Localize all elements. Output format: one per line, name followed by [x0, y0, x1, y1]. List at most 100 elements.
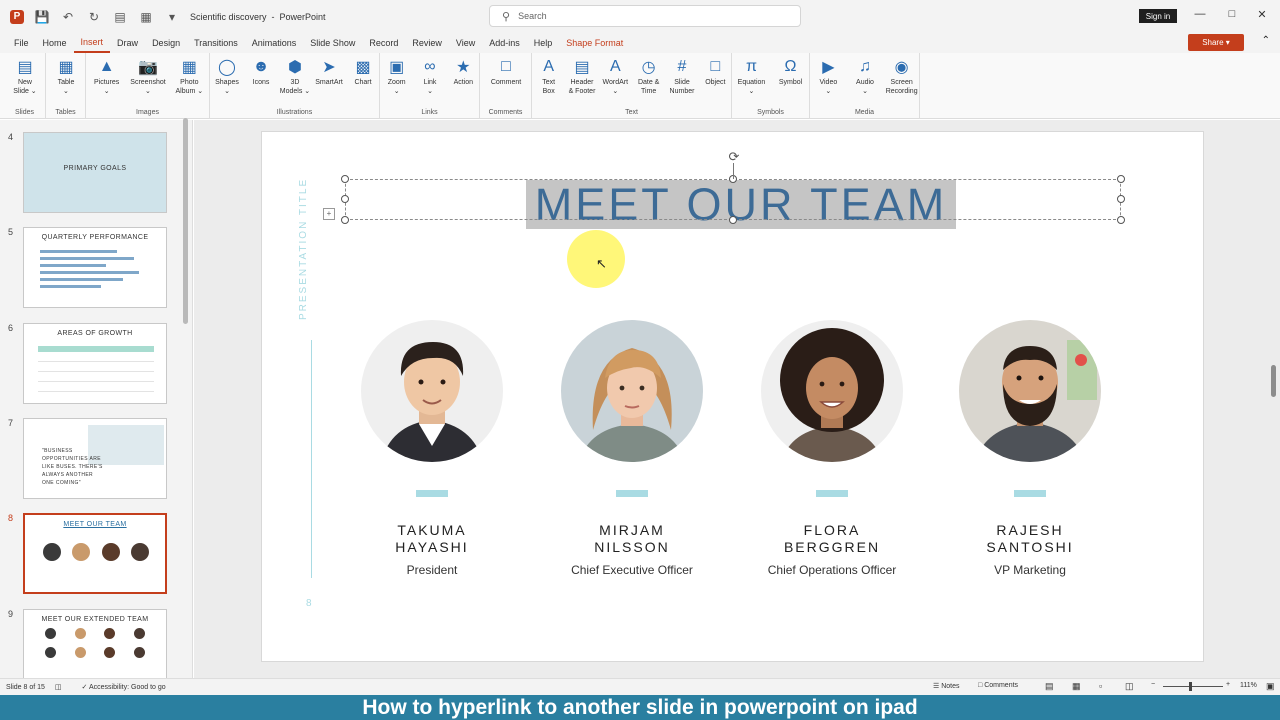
slide-thumbnail-7[interactable]: "BUSINESS OPPORTUNITIES ARE LIKE BUSES. …: [23, 418, 167, 499]
tab-draw[interactable]: Draw: [110, 33, 145, 53]
photo-flora[interactable]: [761, 320, 903, 462]
member-name[interactable]: MIRJAM NILSSON: [532, 522, 732, 556]
new-button[interactable]: ▤ New Slide ⌄: [5, 57, 45, 96]
zoom-out-icon[interactable]: −: [1151, 681, 1155, 688]
comment-label: Comment: [490, 79, 522, 86]
pictures-button[interactable]: ▲ Pictures ⌄: [87, 57, 127, 96]
tab-home[interactable]: Home: [36, 33, 74, 53]
tab-transitions[interactable]: Transitions: [187, 33, 245, 53]
present-icon[interactable]: ▤: [112, 9, 128, 25]
screen-icon: ◉: [894, 59, 909, 76]
comments-button[interactable]: □ Comments: [978, 682, 1018, 689]
tab-record[interactable]: Record: [362, 33, 405, 53]
resize-handle-right[interactable]: [1117, 195, 1125, 203]
fit-to-window-icon[interactable]: ▣: [1266, 681, 1275, 692]
photo-rajesh[interactable]: [959, 320, 1101, 462]
zoom-in-icon[interactable]: +: [1226, 681, 1230, 688]
member-name[interactable]: RAJESH SANTOSHI: [930, 522, 1130, 556]
audio-label: Audio ⌄: [856, 79, 874, 95]
slide-thumbnail-8[interactable]: MEET OUR TEAM: [23, 513, 167, 594]
layout-options-icon[interactable]: +: [323, 208, 335, 220]
rotate-handle-icon[interactable]: ⟳: [727, 150, 741, 164]
undo-icon[interactable]: ↶: [60, 9, 76, 25]
title-placeholder-selection[interactable]: [345, 179, 1121, 220]
slide-thumbnail-6[interactable]: AREAS OF GROWTH: [23, 323, 167, 404]
layout-icon[interactable]: ▦: [138, 9, 154, 25]
tab-animations[interactable]: Animations: [245, 33, 304, 53]
reading-view-icon[interactable]: ▫: [1099, 681, 1102, 691]
tab-help[interactable]: Help: [527, 33, 560, 53]
slideshow-icon[interactable]: ◫: [1125, 681, 1134, 692]
photo-takuma[interactable]: [361, 320, 503, 462]
redo-icon[interactable]: ↻: [86, 9, 102, 25]
resize-handle-bottom-right[interactable]: [1117, 216, 1125, 224]
slide-sorter-icon[interactable]: ▦: [1072, 681, 1081, 692]
share-label: Share: [1202, 38, 1224, 47]
spelling-icon[interactable]: ◫: [55, 683, 62, 691]
member-role[interactable]: VP Marketing: [930, 563, 1130, 577]
tab-review[interactable]: Review: [405, 33, 449, 53]
tab-slide-show[interactable]: Slide Show: [303, 33, 362, 53]
zoom-slider[interactable]: [1163, 686, 1223, 687]
customize-quick-access-icon[interactable]: ▾: [164, 9, 180, 25]
menu-tabs: File Home Insert Draw Design Transitions Anima…: [7, 33, 630, 53]
maximize-icon[interactable]: □: [1224, 8, 1240, 20]
member-name[interactable]: FLORA BERGGREN: [732, 522, 932, 556]
member-name[interactable]: TAKUMA HAYASHI: [332, 522, 532, 556]
screenshot-button[interactable]: 📷 Screenshot ⌄: [128, 57, 168, 96]
member-role[interactable]: Chief Operations Officer: [732, 563, 932, 577]
search-input[interactable]: ⚲ Search: [489, 5, 801, 27]
slide-thumbnail-9[interactable]: MEET OUR EXTENDED TEAM: [23, 609, 167, 678]
normal-view-icon[interactable]: ▤: [1045, 681, 1054, 692]
sign-in-button[interactable]: Sign in: [1139, 9, 1177, 23]
photo-button[interactable]: ▦ Photo Album ⌄: [169, 57, 209, 96]
thumbnails-scrollbar[interactable]: [183, 118, 188, 324]
resize-handle-top-left[interactable]: [341, 175, 349, 183]
photo-mirjam[interactable]: [561, 320, 703, 462]
video-button[interactable]: ▶ Video ⌄: [808, 57, 848, 96]
share-button[interactable]: Share ▾: [1188, 34, 1244, 51]
vertical-divider: [311, 340, 312, 578]
member-role[interactable]: President: [332, 563, 532, 577]
symbol-button[interactable]: Ω Symbol: [771, 57, 811, 87]
zoom-label: Zoom ⌄: [387, 79, 406, 95]
member-role[interactable]: Chief Executive Officer: [532, 563, 732, 577]
equation-button[interactable]: π Equation ⌄: [732, 57, 772, 96]
audio-button[interactable]: ♫ Audio ⌄: [845, 57, 885, 96]
tab-design[interactable]: Design: [145, 33, 187, 53]
thumbnail-title: QUARTERLY PERFORMANCE: [41, 234, 149, 241]
zoom-slider-knob[interactable]: [1189, 682, 1192, 691]
resize-handle-bottom-left[interactable]: [341, 216, 349, 224]
object-button[interactable]: □ Object: [695, 57, 735, 87]
tab-add-ins[interactable]: Add-ins: [482, 33, 527, 53]
slide-thumbnail-5[interactable]: QUARTERLY PERFORMANCE: [23, 227, 167, 308]
vertical-presentation-title: PRESENTATION TITLE: [298, 177, 309, 320]
smartart-label: SmartArt: [315, 79, 343, 86]
photo-label: Photo Album ⌄: [175, 79, 204, 95]
comment-button[interactable]: □ Comment: [486, 57, 526, 87]
accessibility-status[interactable]: ✓ Accessibility: Good to go: [82, 683, 166, 691]
tab-shape-format[interactable]: Shape Format: [559, 33, 630, 53]
resize-handle-top-right[interactable]: [1117, 175, 1125, 183]
resize-handle-left[interactable]: [341, 195, 349, 203]
zoom-level[interactable]: 111%: [1240, 682, 1257, 689]
ribbon-group-slides: ▤ New Slide ⌄ Slides: [4, 53, 46, 119]
minimize-icon[interactable]: —: [1192, 8, 1208, 20]
table-button[interactable]: ▦ Table ⌄: [46, 57, 86, 96]
slide-thumbnails-pane: 4 PRIMARY GOALS 5 QUARTERLY PERFORMANCE 6 ARE…: [0, 120, 193, 678]
close-icon[interactable]: ✕: [1254, 8, 1270, 21]
resize-handle-bottom[interactable]: [729, 216, 737, 224]
slide-thumbnail-4[interactable]: PRIMARY GOALS: [23, 132, 167, 213]
notes-button[interactable]: ☰ Notes: [933, 682, 960, 690]
tab-file[interactable]: File: [7, 33, 36, 53]
tab-view[interactable]: View: [449, 33, 482, 53]
tab-insert[interactable]: Insert: [73, 33, 111, 53]
new-icon: ▤: [17, 59, 33, 76]
slide-scrollbar[interactable]: [1271, 365, 1276, 397]
action-button[interactable]: ★ Action: [443, 57, 483, 87]
collapse-ribbon-icon[interactable]: ⌃: [1262, 35, 1270, 46]
smartart-icon: ➤: [322, 59, 336, 76]
thumbnail-title: MEET OUR TEAM: [63, 521, 127, 528]
screen-button[interactable]: ◉ Screen Recording: [882, 57, 922, 96]
save-icon[interactable]: 💾: [34, 9, 50, 25]
